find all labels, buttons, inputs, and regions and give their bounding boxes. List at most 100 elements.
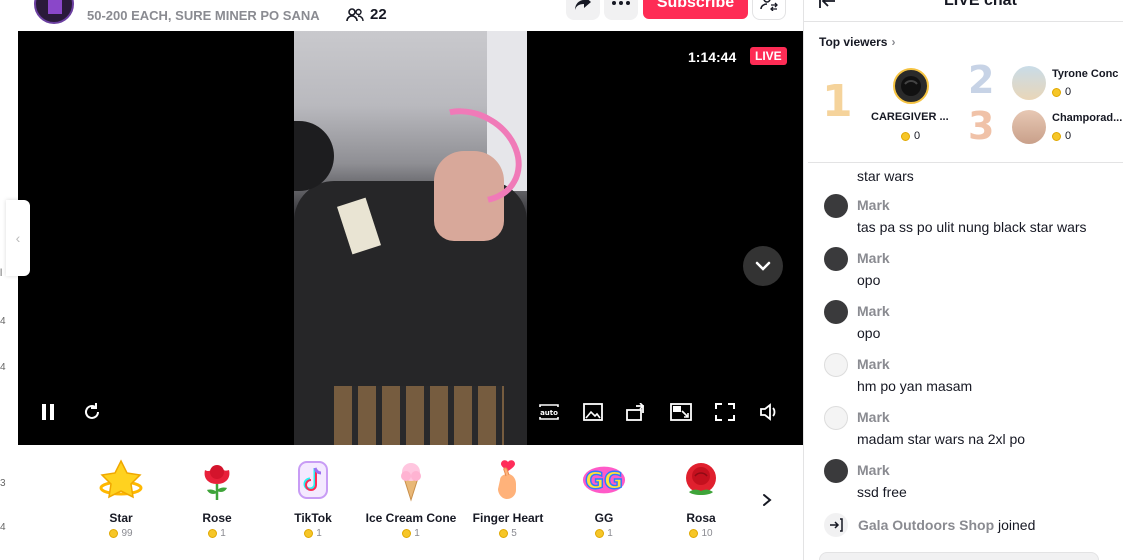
avatar[interactable] (893, 68, 929, 104)
picture-button[interactable] (582, 401, 604, 423)
chevron-down-icon (755, 261, 771, 271)
top-viewer-name: Champorad... (1052, 112, 1123, 124)
tiktok-gift-icon (290, 457, 336, 503)
live-chat-panel: LIVE chat Top viewers › 1 CAREGIVER ... 0… (803, 0, 1123, 560)
enter-icon (824, 513, 848, 537)
gutter-mark: l (0, 268, 3, 279)
rank-number: 1 (822, 76, 853, 127)
chat-collapse-button[interactable] (818, 0, 836, 10)
chat-header: LIVE chat (804, 0, 1123, 22)
star-gift-icon (98, 457, 144, 503)
coin-icon (1052, 131, 1061, 141)
chat-message-text: hm po yan masam (857, 378, 973, 394)
coin-icon (689, 529, 699, 538)
chat-username[interactable]: Mark (857, 356, 890, 372)
svg-text:auto: auto (540, 409, 558, 417)
share-icon (575, 0, 591, 10)
gifts-next-button[interactable] (760, 493, 774, 507)
mini-player-icon (670, 403, 692, 421)
coin-icon (304, 529, 314, 538)
top-viewer-score: 0 (1052, 86, 1071, 98)
chat-username[interactable]: Mark (857, 462, 890, 478)
avatar[interactable] (824, 459, 848, 483)
chat-message-text: opo (857, 325, 881, 341)
avatar[interactable] (1012, 110, 1046, 144)
chevron-left-icon: ‹ (15, 230, 21, 246)
avatar[interactable] (824, 194, 848, 218)
mini-player-button[interactable] (670, 401, 692, 423)
avatar[interactable] (824, 300, 848, 324)
live-video-player[interactable]: 1:14:44 LIVE auto (18, 31, 803, 445)
host-subtitle: 50-200 EACH, SURE MINER PO SANA (87, 8, 320, 23)
collapse-sidebar-button[interactable]: ‹ (6, 200, 30, 276)
image-icon (583, 403, 603, 421)
pause-icon (42, 404, 54, 420)
gg-gift-icon: GG (581, 457, 627, 503)
avatar[interactable] (824, 353, 848, 377)
gift-item-star[interactable]: Star 99 (71, 457, 171, 539)
chat-message-text: tas pa ss po ulit nung black star wars (857, 219, 1087, 235)
follow-switch-button[interactable] (752, 0, 786, 20)
viewer-count[interactable]: 22 (346, 6, 387, 23)
chat-username[interactable]: Mark (857, 250, 890, 266)
chat-message-text: ssd free (857, 484, 907, 500)
gift-item-ice-cream-cone[interactable]: Ice Cream Cone 1 (361, 457, 461, 539)
gift-item-tiktok[interactable]: TikTok 1 (263, 457, 363, 539)
speaker-icon (760, 403, 776, 421)
gift-price: 5 (458, 528, 558, 539)
subscribe-button[interactable]: Subscribe (643, 0, 748, 19)
live-header: 50-200 EACH, SURE MINER PO SANA 22 Subsc… (18, 0, 803, 31)
gift-item-finger-heart[interactable]: Finger Heart 5 (458, 457, 558, 539)
gift-name: Rosa (686, 511, 716, 525)
avatar[interactable] (1012, 66, 1046, 100)
gift-name: Finger Heart (472, 511, 544, 525)
fullscreen-icon (715, 403, 735, 421)
gift-name: GG (594, 511, 614, 525)
auto-quality-icon: auto (539, 404, 559, 420)
gift-name: Rose (202, 511, 232, 525)
avatar[interactable] (824, 406, 848, 430)
camera-feed (294, 31, 527, 445)
share-button[interactable] (566, 0, 600, 20)
chat-username[interactable]: Mark (857, 409, 890, 425)
coin-icon (595, 529, 605, 538)
avatar[interactable] (824, 247, 848, 271)
joined-username[interactable]: Gala Outdoors Shop (858, 517, 994, 533)
chat-username[interactable]: Mark (857, 303, 890, 319)
refresh-icon (85, 403, 99, 419)
coin-icon (208, 529, 218, 538)
volume-button[interactable] (758, 401, 780, 423)
chat-message: Mark hm po yan masam (824, 353, 1123, 406)
svg-text:GG: GG (585, 469, 623, 495)
refresh-button[interactable] (81, 401, 103, 423)
viewer-count-value: 22 (370, 6, 387, 23)
gift-price: 99 (71, 528, 171, 539)
rank-number: 2 (968, 58, 995, 102)
joined-text: joined (994, 517, 1036, 533)
gift-price: 1 (361, 528, 461, 539)
pause-button[interactable] (37, 401, 59, 423)
gift-item-gg[interactable]: GG GG 1 (554, 457, 654, 539)
gift-name: Ice Cream Cone (365, 511, 457, 525)
fullscreen-button[interactable] (714, 401, 736, 423)
divider (808, 162, 1123, 163)
chat-message: Mark tas pa ss po ulit nung black star w… (824, 194, 1123, 247)
chat-message: Mark opo (824, 247, 1123, 300)
chat-username[interactable]: Mark (857, 197, 890, 213)
scroll-down-button[interactable] (743, 246, 783, 286)
more-options-button[interactable] (604, 0, 638, 20)
coin-icon (402, 529, 412, 538)
rotate-button[interactable] (626, 401, 648, 423)
top-viewers-link[interactable]: Top viewers › (819, 35, 895, 49)
gift-item-rose[interactable]: Rose 1 (167, 457, 267, 539)
host-avatar[interactable] (34, 0, 74, 24)
chat-input[interactable] (819, 552, 1099, 560)
quality-auto-button[interactable]: auto (538, 401, 560, 423)
gift-name: TikTok (294, 511, 332, 525)
ice-cream-gift-icon (388, 457, 434, 503)
gutter-mark: 3 (0, 478, 6, 489)
gift-item-rosa[interactable]: Rosa 10 (651, 457, 751, 539)
gift-price: 1 (263, 528, 363, 539)
chat-message-text: madam star wars na 2xl po (857, 431, 1026, 447)
gutter-mark: 4 (0, 522, 6, 533)
